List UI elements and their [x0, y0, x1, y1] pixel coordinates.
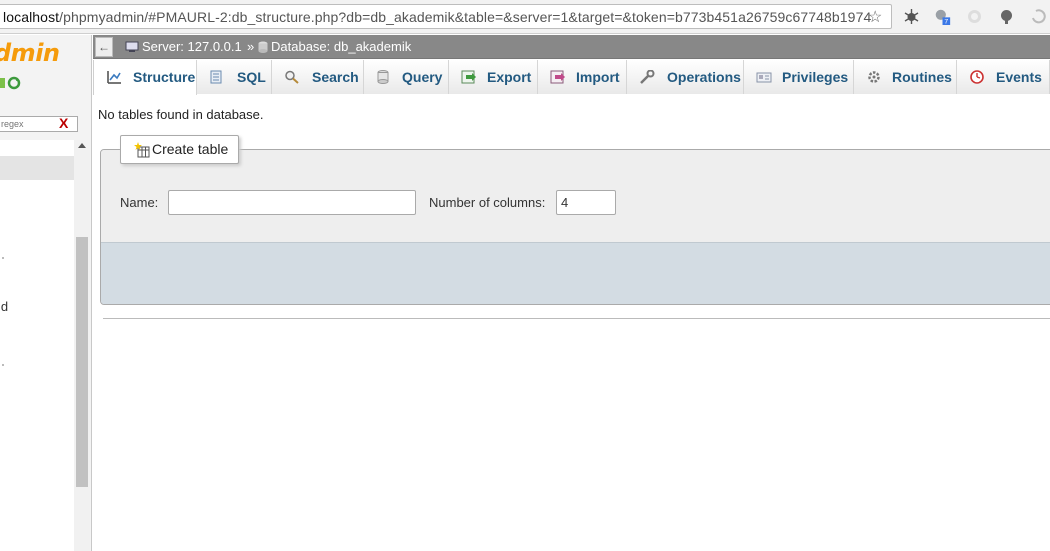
breadcrumb-database-label: Database: db_akademik — [271, 39, 412, 54]
tab-import[interactable]: Import — [538, 60, 627, 94]
breadcrumb-separator: » — [247, 39, 255, 54]
breadcrumb-server-label: Server: 127.0.0.1 — [142, 39, 242, 54]
tab-label: Routines — [892, 69, 952, 85]
scroll-up-arrow-icon[interactable] — [78, 143, 86, 148]
events-icon — [970, 70, 984, 84]
tab-label: Structure — [133, 69, 196, 85]
breadcrumb-database[interactable]: Database: db_akademik — [258, 39, 411, 54]
back-button[interactable]: ← — [95, 37, 113, 57]
phpmyadmin-logo[interactable]: dmin — [0, 39, 60, 67]
breadcrumb-server[interactable]: Server: 127.0.0.1 — [125, 39, 242, 54]
chat-extension-icon[interactable] — [998, 8, 1015, 25]
tab-events[interactable]: Events — [957, 60, 1050, 94]
database-tree: ld — [0, 140, 74, 551]
tab-label: Query — [402, 69, 443, 85]
export-icon — [461, 70, 476, 84]
nav-scrollbar[interactable] — [74, 140, 90, 551]
import-icon — [550, 70, 565, 84]
tab-export[interactable]: Export — [449, 60, 538, 94]
structure-icon — [107, 71, 121, 84]
create-table-title: Create table — [152, 141, 229, 157]
tab-label: Events — [996, 69, 1042, 85]
home-icon — [0, 78, 5, 88]
number-of-columns-input[interactable] — [556, 190, 616, 215]
table-name-input[interactable] — [168, 190, 416, 215]
tree-dot — [2, 364, 4, 366]
tree-dot — [2, 257, 4, 259]
server-icon — [125, 41, 139, 52]
clear-filter-button[interactable]: X — [59, 115, 68, 131]
tab-search[interactable]: Search — [272, 60, 364, 94]
tab-query[interactable]: Query — [364, 60, 449, 94]
extension-badge-icon[interactable]: 7 — [934, 8, 951, 25]
routines-icon — [868, 71, 880, 83]
tab-label: Import — [576, 69, 620, 85]
operations-icon — [640, 70, 655, 84]
tree-item-label[interactable]: ld — [0, 299, 8, 314]
privileges-icon — [756, 72, 772, 83]
navigation-panel: dmin X ld — [0, 35, 92, 551]
create-table-icon — [134, 142, 150, 158]
divider — [103, 318, 1050, 319]
refresh-extension-icon[interactable] — [1030, 8, 1047, 25]
main-content: ← Server: 127.0.0.1 » Database: db_akade… — [93, 35, 1050, 551]
table-name-label: Name: — [120, 195, 159, 210]
url-host: localhost — [3, 9, 60, 25]
create-table-footer — [101, 242, 1050, 304]
url-path: /phpmyadmin/#PMAURL-2:db_structure.php?d… — [59, 9, 872, 25]
bookmark-star-icon[interactable]: ☆ — [868, 10, 882, 26]
address-bar[interactable]: localhost/phpmyadmin/#PMAURL-2:db_struct… — [0, 4, 892, 29]
tab-sql[interactable]: SQL — [197, 60, 272, 94]
selected-tree-item[interactable] — [0, 156, 74, 180]
url-text[interactable]: localhost/phpmyadmin/#PMAURL-2:db_struct… — [3, 9, 871, 25]
filter-input[interactable] — [1, 118, 53, 130]
tab-label: Operations — [667, 69, 741, 85]
no-tables-message: No tables found in database. — [98, 107, 264, 122]
browser-toolbar: localhost/phpmyadmin/#PMAURL-2:db_struct… — [0, 0, 1050, 34]
tab-bar: Structure SQL Search Query Export Import… — [93, 60, 1050, 95]
tab-structure[interactable]: Structure — [93, 60, 197, 95]
tab-label: SQL — [237, 69, 266, 85]
search-icon — [285, 70, 299, 84]
nav-action-icons — [0, 76, 21, 90]
scroll-thumb[interactable] — [76, 237, 88, 487]
tab-label: Privileges — [782, 69, 849, 85]
tab-privileges[interactable]: Privileges — [744, 60, 854, 94]
sql-icon — [210, 70, 222, 84]
bug-extension-icon[interactable] — [903, 8, 920, 25]
tab-label: Search — [312, 69, 359, 85]
create-table-fieldset — [100, 149, 1050, 305]
query-icon — [377, 70, 389, 84]
tab-label: Export — [487, 69, 532, 85]
tab-routines[interactable]: Routines — [854, 60, 957, 94]
database-icon — [258, 41, 268, 53]
navigation-filter: X — [0, 115, 78, 132]
extension-badge-count: 7 — [944, 19, 948, 25]
tab-operations[interactable]: Operations — [627, 60, 744, 94]
create-table-legend: Create table — [120, 135, 240, 164]
breadcrumb: ← Server: 127.0.0.1 » Database: db_akade… — [93, 35, 1050, 59]
number-of-columns-label: Number of columns: — [429, 195, 546, 210]
gear-extension-icon[interactable] — [966, 8, 983, 25]
